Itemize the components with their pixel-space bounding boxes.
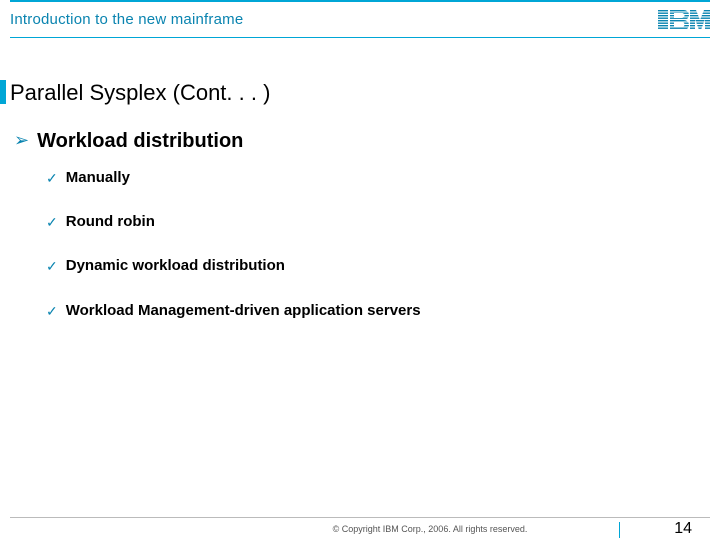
presentation-title: Introduction to the new mainframe xyxy=(10,11,243,28)
ibm-logo xyxy=(658,10,710,30)
bullet-level2-text: Round robin xyxy=(66,213,155,230)
check-icon: ✓ xyxy=(46,302,58,320)
check-icon: ✓ xyxy=(46,169,58,187)
footer-rule xyxy=(10,517,710,518)
bullet-level2: ✓ Dynamic workload distribution xyxy=(46,257,700,275)
bullet-level1: ➢ Workload distribution xyxy=(14,130,700,153)
bullet-level2-text: Dynamic workload distribution xyxy=(66,257,285,274)
arrow-icon: ➢ xyxy=(14,130,29,152)
bullet-level2-text: Manually xyxy=(66,169,130,186)
ibm-logo-icon xyxy=(658,10,710,30)
bullet-level1-text: Workload distribution xyxy=(37,130,243,153)
slide-body: ➢ Workload distribution ✓ Manually ✓ Rou… xyxy=(14,130,700,346)
page-number: 14 xyxy=(674,520,692,538)
heading-accent-bar xyxy=(0,80,6,104)
check-icon: ✓ xyxy=(46,257,58,275)
bullet-level2: ✓ Manually xyxy=(46,169,700,187)
footer-separator xyxy=(619,522,620,538)
check-icon: ✓ xyxy=(46,213,58,231)
bullet-level2-text: Workload Management-driven application s… xyxy=(66,302,421,319)
bullet-level2: ✓ Round robin xyxy=(46,213,700,231)
copyright-text: © Copyright IBM Corp., 2006. All rights … xyxy=(0,524,720,534)
slide-heading: Parallel Sysplex (Cont. . . ) xyxy=(10,80,270,106)
header-band: Introduction to the new mainframe xyxy=(10,0,710,38)
bullet-level2: ✓ Workload Management-driven application… xyxy=(46,302,700,320)
slide: Introduction to the new mainframe Parall… xyxy=(0,0,720,540)
